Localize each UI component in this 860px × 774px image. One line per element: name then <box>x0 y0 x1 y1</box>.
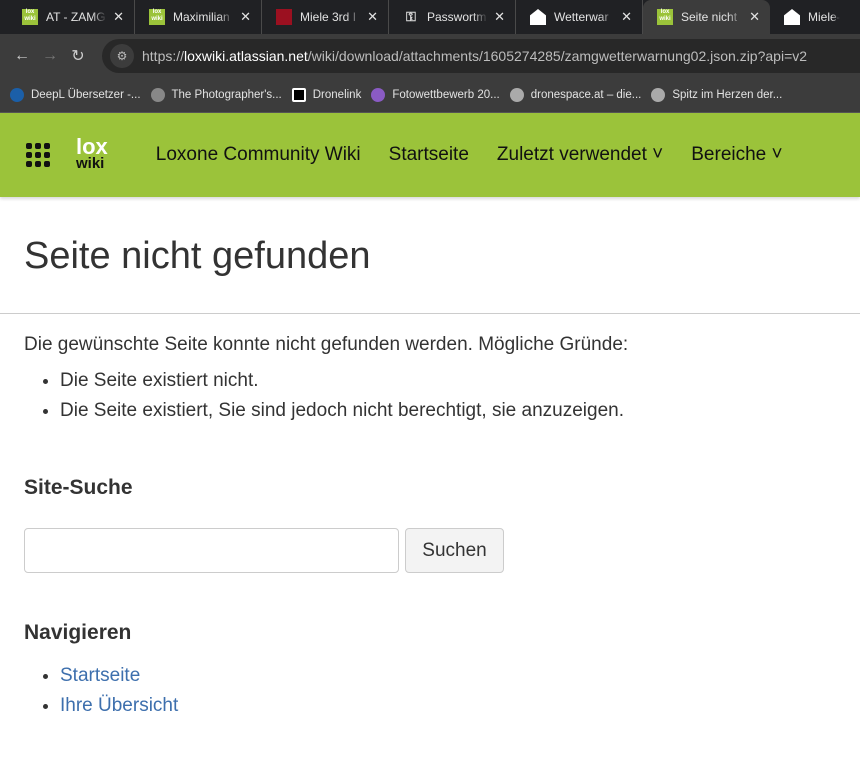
tab-title: Maximilian <box>173 10 230 24</box>
nav-links: Startseite Ihre Übersicht <box>60 661 836 721</box>
browser-tab[interactable]: lox wiki Maximilian ✕ <box>135 0 262 34</box>
search-input[interactable] <box>24 528 399 573</box>
bookmark[interactable]: The Photographer's... <box>150 88 282 102</box>
main-content: Die gewünschte Seite konnte nicht gefund… <box>0 314 860 741</box>
flower-icon <box>371 88 386 102</box>
tab-title: Miele 3rd I <box>300 10 357 24</box>
key-icon: ⚿ <box>406 9 416 24</box>
browser-tab[interactable]: ⚿ Passwortm ✕ <box>389 0 516 34</box>
bookmark[interactable]: dronespace.at – die... <box>509 88 642 102</box>
page-title: Seite nicht gefunden <box>0 197 860 314</box>
url-host: loxwiki.atlassian.net <box>184 48 308 64</box>
tab-strip: lox wiki AT - ZAMG ✕ lox wiki Maximilian ✕ Mie… <box>0 0 860 34</box>
bookmark-label: Dronelink <box>312 89 362 101</box>
tab-title: Seite nicht <box>681 10 738 24</box>
forward-icon[interactable]: → <box>36 47 64 65</box>
house-icon <box>784 9 800 25</box>
search-heading: Site-Suche <box>24 476 133 499</box>
deepl-icon <box>10 88 24 102</box>
close-icon[interactable]: ✕ <box>494 9 505 25</box>
loxwiki-icon: lox wiki <box>22 9 38 25</box>
tab-title: Passwortm <box>427 10 487 24</box>
loxwiki-icon: lox wiki <box>657 9 673 25</box>
link-overview[interactable]: Ihre Übersicht <box>60 695 178 716</box>
url-prefix: https:// <box>142 48 185 64</box>
logo-text: lox <box>76 134 108 159</box>
loxwiki-icon: lox wiki <box>149 9 165 25</box>
browser-tab[interactable]: Miele 3rd I ✕ <box>262 0 389 34</box>
top-nav: Loxone Community Wiki Startseite Zuletzt… <box>156 144 783 166</box>
house-icon <box>530 9 546 25</box>
bookmarks-bar: DeepL Übersetzer -... The Photographer's… <box>0 78 860 113</box>
reload-icon[interactable]: ↻ <box>64 46 92 66</box>
close-icon[interactable]: ✕ <box>621 9 632 25</box>
globe-icon <box>651 88 666 102</box>
browser-tab[interactable]: lox wiki AT - ZAMG ✕ <box>8 0 135 34</box>
site-search: Suchen <box>24 528 836 573</box>
close-icon[interactable]: ✕ <box>113 9 124 25</box>
list-item: Ihre Übersicht <box>60 691 836 721</box>
bookmark[interactable]: DeepL Übersetzer -... <box>10 88 141 102</box>
bookmark[interactable]: Dronelink <box>291 88 362 102</box>
intro-text: Die gewünschte Seite konnte nicht gefund… <box>24 334 629 355</box>
bookmark-label: Spitz im Herzen der... <box>672 89 783 101</box>
search-button[interactable]: Suchen <box>405 528 504 573</box>
tab-title: AT - ZAMG <box>46 10 106 24</box>
loxwiki-logo[interactable]: lox wiki <box>76 134 108 173</box>
url-path: /wiki/download/attachments/1605274285/za… <box>307 48 808 64</box>
site-header: lox wiki Loxone Community Wiki Startseite… <box>0 113 860 197</box>
reasons-list: Die Seite existiert nicht. Die Seite exi… <box>60 366 836 426</box>
browser-tab-active[interactable]: lox wiki Seite nicht ✕ <box>643 0 770 34</box>
nav-recent-dropdown[interactable]: Zuletzt verwendet ˅ <box>497 144 663 166</box>
link-startseite[interactable]: Startseite <box>60 665 140 686</box>
site-settings-icon[interactable]: ⚙ <box>110 44 134 68</box>
photographer-icon <box>150 88 165 102</box>
tab-title: Wetterwar <box>554 10 609 24</box>
logo-text: wiki <box>76 155 105 172</box>
bookmark[interactable]: Fotowettbewerb 20... <box>371 88 500 102</box>
bookmark-label: The Photographer's... <box>171 89 282 101</box>
bookmark[interactable]: Spitz im Herzen der... <box>651 88 782 102</box>
nav-startseite[interactable]: Startseite <box>389 144 469 166</box>
bookmark-label: Fotowettbewerb 20... <box>392 89 500 101</box>
bookmark-label: dronespace.at – die... <box>530 89 642 101</box>
nav-spaces-dropdown[interactable]: Bereiche ˅ <box>691 144 782 166</box>
address-bar-row: ← → ↻ ⚙ https://loxwiki.atlassian.net/wik… <box>0 34 860 78</box>
globe-icon <box>509 88 524 102</box>
url-field[interactable]: ⚙ https://loxwiki.atlassian.net/wiki/down… <box>102 39 860 73</box>
bookmark-label: DeepL Übersetzer -... <box>31 89 141 101</box>
browser-tab[interactable]: Miele-MQ <box>770 0 850 34</box>
list-item: Die Seite existiert nicht. <box>60 366 836 396</box>
browser-tab[interactable]: Wetterwar ✕ <box>516 0 643 34</box>
dronelink-icon <box>291 88 306 102</box>
miele-icon <box>276 9 292 25</box>
close-icon[interactable]: ✕ <box>240 9 251 25</box>
tab-title: Miele-MQ <box>808 10 840 24</box>
close-icon[interactable]: ✕ <box>367 9 378 25</box>
list-item: Startseite <box>60 661 836 691</box>
app-switcher-icon[interactable] <box>26 143 52 167</box>
close-icon[interactable]: ✕ <box>749 9 760 25</box>
nav-site-title[interactable]: Loxone Community Wiki <box>156 144 361 166</box>
back-icon[interactable]: ← <box>8 47 36 65</box>
nav-heading: Navigieren <box>24 621 132 644</box>
list-item: Die Seite existiert, Sie sind jedoch nic… <box>60 396 836 426</box>
